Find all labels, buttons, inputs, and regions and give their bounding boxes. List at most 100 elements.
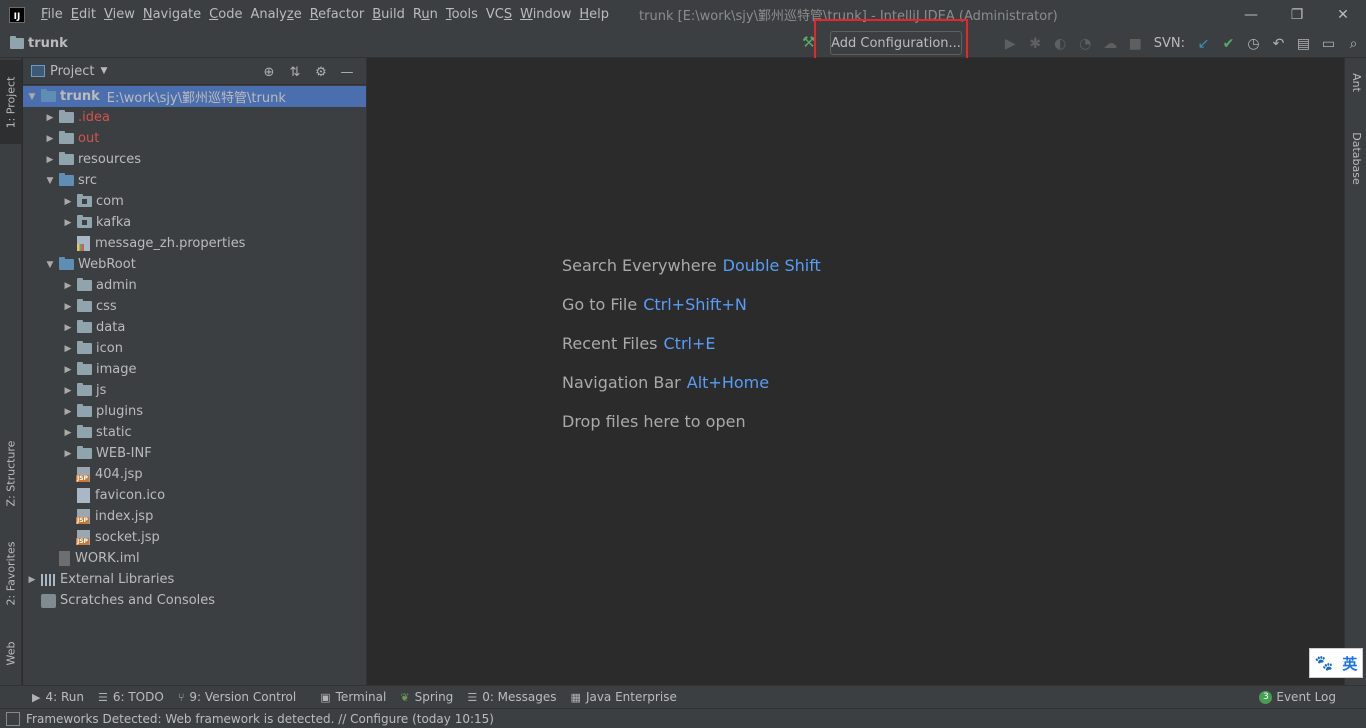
tree-item[interactable]: ▶ css (23, 296, 366, 317)
chevron-right-icon[interactable]: ▶ (41, 113, 59, 123)
revert-icon[interactable]: ↶ (1266, 29, 1291, 58)
chevron-right-icon[interactable]: ▶ (41, 155, 59, 165)
tool-window-terminal[interactable]: ▣ Terminal (320, 690, 386, 704)
tree-item[interactable]: ▶ out (23, 128, 366, 149)
tree-item[interactable]: WORK.iml (23, 548, 366, 569)
tool-window-java-enterprise[interactable]: ▦ Java Enterprise (571, 690, 677, 704)
tool-window-todo[interactable]: ☰ 6: TODO (98, 690, 164, 704)
collapse-all-icon[interactable]: ⇅ (282, 62, 308, 82)
tree-item[interactable]: 404.jsp (23, 464, 366, 485)
ime-indicator[interactable]: 🐾 英 (1309, 648, 1363, 678)
tree-item[interactable]: ▶ com (23, 191, 366, 212)
tree-item[interactable]: ▶ data (23, 317, 366, 338)
hint-action: Drop files here to open (562, 412, 746, 431)
tree-item[interactable]: ▶ static (23, 422, 366, 443)
tree-item[interactable]: ▶ image (23, 359, 366, 380)
chevron-down-icon[interactable]: ▼ (41, 176, 59, 186)
chevron-right-icon[interactable]: ▶ (59, 386, 77, 396)
close-button[interactable]: ✕ (1320, 0, 1366, 29)
chevron-right-icon[interactable]: ▶ (59, 407, 77, 417)
chevron-down-icon[interactable]: ▼ (41, 260, 59, 270)
restore-button[interactable]: ❐ (1274, 0, 1320, 29)
java-enterprise-icon: ▦ (570, 690, 581, 704)
folder-icon (77, 383, 92, 396)
chevron-right-icon[interactable]: ▶ (41, 134, 59, 144)
chevron-right-icon[interactable]: ▶ (59, 323, 77, 333)
presentation-icon[interactable]: ▭ (1316, 29, 1341, 58)
chevron-right-icon[interactable]: ▶ (59, 281, 77, 291)
chevron-right-icon[interactable]: ▶ (59, 428, 77, 438)
tree-item[interactable]: ▶ kafka (23, 212, 366, 233)
tool-window-event-log[interactable]: 3 Event Log (1259, 690, 1336, 704)
coverage-icon[interactable]: ◐ (1048, 29, 1073, 58)
chevron-right-icon[interactable]: ▶ (23, 575, 41, 585)
stop-icon[interactable]: ■ (1123, 29, 1148, 58)
menu-build[interactable]: Build (370, 7, 411, 22)
menu-analyze[interactable]: Analyze (248, 7, 307, 22)
tree-item[interactable]: favicon.ico (23, 485, 366, 506)
tab-favorites[interactable]: 2: Favorites (0, 528, 22, 618)
tab-structure[interactable]: Z: Structure (0, 428, 22, 518)
tool-window-messages[interactable]: ☰ 0: Messages (467, 690, 556, 704)
profile-icon[interactable]: ◔ (1073, 29, 1098, 58)
tool-window-version-control[interactable]: ⑂ 9: Version Control (178, 690, 296, 704)
hide-icon[interactable]: — (334, 62, 360, 82)
tree-item[interactable]: ▶ plugins (23, 401, 366, 422)
menu-vcs[interactable]: VCS (484, 7, 518, 22)
tree-item[interactable]: ▶ admin (23, 275, 366, 296)
minimize-button[interactable]: — (1228, 0, 1274, 29)
chevron-right-icon[interactable]: ▶ (59, 197, 77, 207)
tree-item[interactable]: ▶ .idea (23, 107, 366, 128)
breadcrumb-project[interactable]: trunk (10, 35, 68, 51)
status-message[interactable]: Frameworks Detected: Web framework is de… (26, 712, 494, 726)
menu-help[interactable]: Help (577, 7, 615, 22)
chevron-right-icon[interactable]: ▶ (59, 344, 77, 354)
menu-edit[interactable]: Edit (69, 7, 102, 22)
tree-item[interactable]: Scratches and Consoles (23, 590, 366, 611)
concurrency-icon[interactable]: ☁ (1098, 29, 1123, 58)
tree-item[interactable]: ▶ resources (23, 149, 366, 170)
history-icon[interactable]: ◷ (1241, 29, 1266, 58)
tab-database[interactable]: Database (1345, 118, 1366, 198)
chevron-down-icon[interactable]: ▼ (23, 92, 41, 102)
tree-item[interactable]: ▶ js (23, 380, 366, 401)
svn-update-icon[interactable]: ↙ (1191, 29, 1216, 58)
project-panel-tools: ⊕ ⇅ ⚙ — (256, 62, 360, 82)
menu-code[interactable]: Code (207, 7, 248, 22)
tab-web[interactable]: Web (0, 628, 22, 678)
chevron-right-icon[interactable]: ▶ (59, 365, 77, 375)
gear-icon[interactable]: ⚙ (308, 62, 334, 82)
tree-item[interactable]: ▶ WEB-INF (23, 443, 366, 464)
search-icon[interactable]: ⌕ (1341, 29, 1366, 58)
menu-view[interactable]: View (102, 7, 141, 22)
tree-item[interactable]: ▼ src (23, 170, 366, 191)
tab-ant[interactable]: Ant (1345, 62, 1366, 102)
menu-file[interactable]: File (39, 7, 69, 22)
locate-icon[interactable]: ⊕ (256, 62, 282, 82)
menu-window[interactable]: Window (518, 7, 577, 22)
menu-refactor[interactable]: Refactor (308, 7, 371, 22)
menu-tools[interactable]: Tools (444, 7, 484, 22)
editor-empty-area[interactable]: Search Everywhere Double Shift Go to File C… (368, 58, 1344, 685)
tree-item[interactable]: ▼ trunk E:\work\sjy\鄞州巡特管\trunk (23, 86, 366, 107)
tree-item[interactable]: ▶ External Libraries (23, 569, 366, 590)
menu-run[interactable]: Run (411, 7, 444, 22)
svn-commit-icon[interactable]: ✔ (1216, 29, 1241, 58)
run-icon[interactable]: ▶ (998, 29, 1023, 58)
tree-item[interactable]: ▶ icon (23, 338, 366, 359)
chevron-right-icon[interactable]: ▶ (59, 449, 77, 459)
chevron-right-icon[interactable]: ▶ (59, 218, 77, 228)
debug-icon[interactable]: ✱ (1023, 29, 1048, 58)
menu-navigate[interactable]: Navigate (141, 7, 207, 22)
tool-window-spring[interactable]: ❦ Spring (400, 690, 453, 704)
tool-window-run[interactable]: ▶ 4: Run (32, 690, 84, 704)
tree-item[interactable]: index.jsp (23, 506, 366, 527)
project-structure-icon[interactable]: ▤ (1291, 29, 1316, 58)
toggle-tool-windows-icon[interactable] (6, 711, 20, 726)
tab-project[interactable]: 1: Project (0, 60, 22, 144)
chevron-right-icon[interactable]: ▶ (59, 302, 77, 312)
tree-item[interactable]: message_zh.properties (23, 233, 366, 254)
tree-item[interactable]: socket.jsp (23, 527, 366, 548)
tree-item[interactable]: ▼ WebRoot (23, 254, 366, 275)
project-view-selector[interactable]: Project ▼ (31, 64, 107, 79)
